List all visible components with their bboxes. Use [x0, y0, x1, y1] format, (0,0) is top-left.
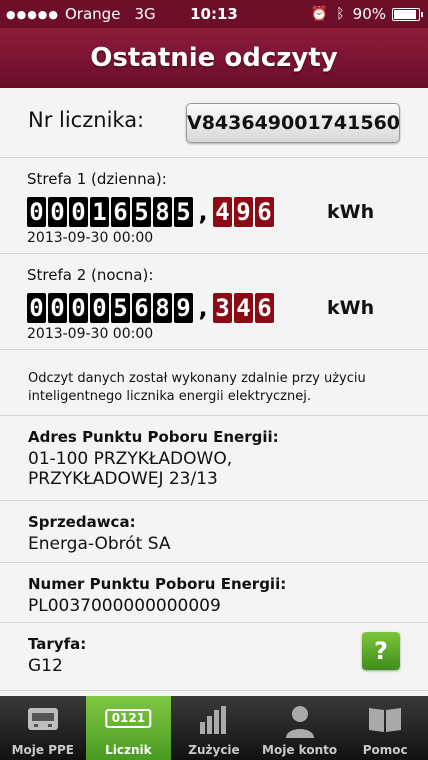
digit: 8: [153, 197, 172, 227]
digit: 0: [69, 197, 88, 227]
digit: 0: [27, 293, 46, 323]
decimal-digit: 4: [213, 197, 232, 227]
digit: 0: [48, 197, 67, 227]
address-section: Adres Punktu Poboru Energii: 01-100 PRZY…: [0, 416, 428, 501]
tariff-label: Taryfa:: [28, 635, 87, 653]
user-icon: [285, 706, 314, 738]
note-text: Odczyt danych został wykonany zdalnie pr…: [28, 371, 366, 404]
counter-icon: 0121: [105, 709, 152, 728]
digit: 9: [174, 293, 193, 323]
digit: 6: [111, 197, 130, 227]
reading-date: 2013-09-30 00:00: [27, 326, 154, 342]
decimal-comma: ,: [198, 294, 208, 322]
meter-device-icon: [27, 708, 58, 730]
zone-1-reading: Strefa 1 (dzienna): 0 0 0 1 6 5 8 5 , 4 …: [0, 158, 428, 254]
tab-label: Licznik: [105, 743, 152, 757]
digit: 0: [48, 293, 67, 323]
bluetooth-icon: ᛒ: [336, 6, 345, 22]
ppe-number-section: Numer Punktu Poboru Energii: PL003700000…: [0, 563, 428, 623]
page-title: Ostatnie odczyty: [90, 43, 338, 73]
digit: 0: [27, 197, 46, 227]
battery-percent: 90%: [352, 5, 386, 23]
title-bar: Ostatnie odczyty: [0, 28, 428, 88]
digit: 5: [111, 293, 130, 323]
zone-label: Strefa 1 (dzienna):: [27, 170, 167, 188]
decimal-digit: 6: [255, 197, 274, 227]
decimal-comma: ,: [198, 198, 208, 226]
unit-label: kWh: [327, 297, 375, 319]
reading-date: 2013-09-30 00:00: [27, 230, 154, 246]
digit: 1: [90, 197, 109, 227]
readings-content[interactable]: Nr licznika: V843649001741560 Strefa 1 (…: [0, 88, 428, 696]
digit: 8: [153, 293, 172, 323]
address-value: 01-100 PRZYKŁADOWO, PRZYKŁADOWEJ 23/13: [28, 449, 232, 489]
meter-digits: 0 0 0 1 6 5 8 5 , 4 9 6: [27, 197, 276, 227]
digit: 0: [69, 293, 88, 323]
tab-label: Moje konto: [262, 743, 338, 757]
seller-label: Sprzedawca:: [28, 513, 136, 531]
ppe-number-value: PL0037000000000009: [28, 596, 221, 616]
tariff-help-button[interactable]: ?: [362, 632, 400, 670]
remote-reading-note: Odczyt danych został wykonany zdalnie pr…: [0, 350, 428, 416]
tab-moje-ppe[interactable]: Moje PPE: [0, 696, 86, 760]
tab-pomoc[interactable]: Pomoc: [342, 696, 428, 760]
tab-label: Moje PPE: [11, 743, 74, 757]
seller-section: Sprzedawca: Energa-Obrót SA: [0, 501, 428, 563]
tariff-section: Taryfa: G12 ?: [0, 623, 428, 691]
meter-digits: 0 0 0 0 5 6 8 9 , 3 4 6: [27, 293, 276, 323]
unit-label: kWh: [327, 201, 375, 223]
meter-number-label: Nr licznika:: [28, 108, 145, 132]
digit: 0: [90, 293, 109, 323]
meter-number-row: Nr licznika: V843649001741560: [0, 88, 428, 158]
decimal-digit: 6: [255, 293, 274, 323]
bar-chart-icon: [199, 706, 226, 734]
ppe-number-label: Numer Punktu Poboru Energii:: [28, 575, 287, 593]
zone-2-reading: Strefa 2 (nocna): 0 0 0 0 5 6 8 9 , 3 4 …: [0, 254, 428, 350]
tab-label: Zużycie: [188, 743, 240, 757]
tariff-value: G12: [28, 656, 63, 676]
address-line-1: 01-100 PRZYKŁADOWO,: [28, 449, 233, 469]
tab-moje-konto[interactable]: Moje konto: [257, 696, 343, 760]
battery-icon: [392, 7, 423, 21]
decimal-digit: 4: [234, 293, 253, 323]
digit: 5: [174, 197, 193, 227]
digit: 6: [132, 293, 151, 323]
tab-licznik[interactable]: 0121 Licznik: [85, 696, 172, 760]
tab-bar: Moje PPE 0121 Licznik Zużycie Moje konto…: [0, 696, 428, 760]
status-bar: ●●●●● Orange 3G 10:13 ⏰ ᛒ 90%: [0, 0, 428, 28]
zone-label: Strefa 2 (nocna):: [27, 266, 154, 284]
book-icon: [369, 708, 402, 732]
address-line-2: PRZYKŁADOWEJ 23/13: [28, 469, 218, 489]
tab-zuzycie[interactable]: Zużycie: [171, 696, 257, 760]
counter-icon-text: 0121: [111, 711, 146, 725]
address-label: Adres Punktu Poboru Energii:: [28, 428, 279, 446]
tab-label: Pomoc: [362, 743, 408, 757]
alarm-icon: ⏰: [310, 6, 329, 22]
decimal-digit: 3: [213, 293, 232, 323]
seller-value: Energa-Obrót SA: [28, 534, 171, 554]
decimal-digit: 9: [234, 197, 253, 227]
digit: 5: [132, 197, 151, 227]
meter-number-button[interactable]: V843649001741560: [186, 103, 400, 143]
